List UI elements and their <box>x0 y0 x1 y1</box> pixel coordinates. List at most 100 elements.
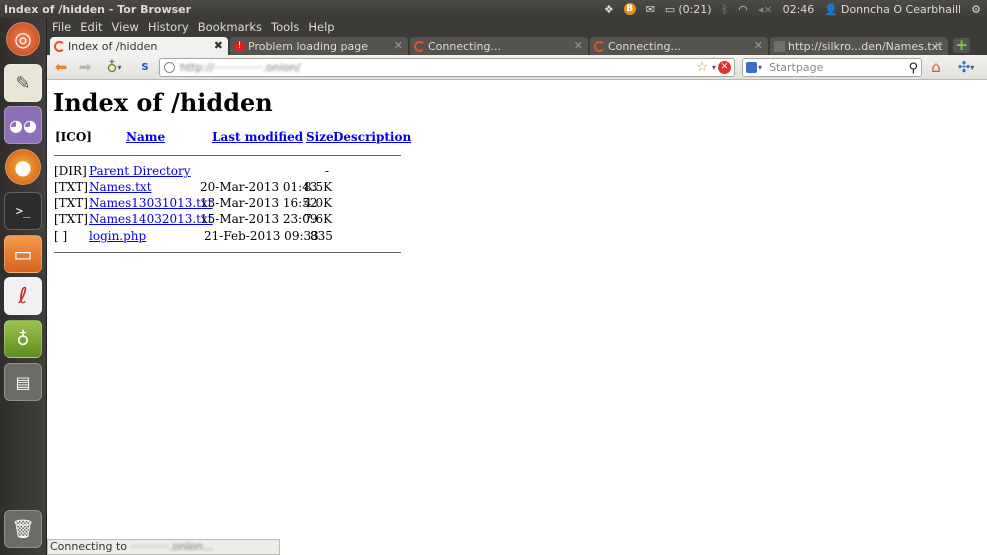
globe-icon <box>164 62 175 73</box>
row-type: [TXT] <box>54 180 88 194</box>
url-bar[interactable]: http://··············.onion/ ☆ ▾ ✕ <box>159 58 735 77</box>
stop-icon[interactable]: ✕ <box>718 61 731 74</box>
desktop: Index of /hidden - Tor Browser ❖ B ✉ ▭ (… <box>0 0 987 555</box>
close-tab-icon[interactable]: ✖ <box>214 39 223 52</box>
tab-label: Problem loading page <box>248 39 368 53</box>
navigation-toolbar: ⬅ ➡ ♁ ▾ S http://··············.onion/ ☆ … <box>47 55 987 80</box>
bookmark-star-icon[interactable]: ☆ <box>696 59 708 76</box>
menu-tools[interactable]: Tools <box>271 20 299 34</box>
menu-history[interactable]: History <box>148 20 189 34</box>
bluetooth-icon[interactable]: ᛒ <box>722 3 729 16</box>
col-header-name[interactable]: Name <box>126 130 165 144</box>
bitcoin-icon[interactable]: B <box>623 3 636 15</box>
file-link[interactable]: Names13031013.txt <box>89 196 213 210</box>
trash-icon[interactable]: 🗑 <box>4 510 42 548</box>
sort-name-link[interactable]: Name <box>126 130 165 144</box>
battery-indicator[interactable]: ▭ (0:21) <box>665 3 712 16</box>
workspace-switcher-icon[interactable]: ▤ <box>4 363 42 401</box>
top-divider <box>54 155 401 156</box>
tab-label: Connecting... <box>428 39 501 53</box>
menu-edit[interactable]: Edit <box>80 20 102 34</box>
new-tab-button[interactable]: + <box>953 38 970 53</box>
col-header-icon: [ICO] <box>55 130 92 144</box>
url-text: http://··············.onion/ <box>180 61 301 74</box>
menu-file[interactable]: File <box>52 20 71 34</box>
page-title: Index of /hidden <box>53 88 273 117</box>
row-size: - <box>325 164 330 178</box>
terminal-icon[interactable]: >_ <box>4 192 42 230</box>
tab-index-of-hidden[interactable]: Index of /hidden ✖ <box>50 37 228 55</box>
tor-button[interactable]: ♁ ▾ <box>100 58 128 76</box>
sort-size-link[interactable]: Size <box>306 130 334 144</box>
close-tab-icon[interactable]: ✕ <box>934 39 943 52</box>
mail-icon[interactable]: ✉ <box>646 3 655 16</box>
noscript-button[interactable]: S <box>137 58 153 76</box>
back-button[interactable]: ⬅ <box>51 58 71 76</box>
addon-button[interactable]: ✣ ▾ <box>951 58 981 76</box>
sort-modified-link[interactable]: Last modified <box>212 130 303 144</box>
dash-home-icon[interactable]: ◎ <box>6 22 40 56</box>
col-header-description[interactable]: Description <box>333 130 411 144</box>
row-type: [TXT] <box>54 196 88 210</box>
acrobat-icon[interactable]: ℓ <box>4 277 42 315</box>
row-size: 835 <box>310 229 333 243</box>
volume-muted-icon[interactable]: ◂× <box>758 3 773 16</box>
tab-connecting-2[interactable]: Connecting... ✕ <box>590 37 768 55</box>
search-bar[interactable]: ▾ Startpage ⚲ <box>742 58 922 77</box>
status-bar: Connecting to ···········.onion... <box>47 539 280 555</box>
forward-button[interactable]: ➡ <box>75 58 95 76</box>
system-gear-icon[interactable]: ⚙ <box>971 3 981 16</box>
file-link[interactable]: Names.txt <box>89 180 152 194</box>
tab-problem-loading[interactable]: ! Problem loading page ✕ <box>230 37 408 55</box>
close-tab-icon[interactable]: ✕ <box>754 39 763 52</box>
plus-icon: + <box>955 36 968 54</box>
tab-label: http://silkro...den/Names.txt <box>788 39 943 53</box>
row-modified: 21-Feb-2013 09:33 <box>204 229 319 243</box>
tab-connecting-1[interactable]: Connecting... ✕ <box>410 37 588 55</box>
text-editor-icon[interactable]: ✎ <box>4 64 42 102</box>
menu-help[interactable]: Help <box>308 20 334 34</box>
tab-label: Index of /hidden <box>68 39 158 53</box>
row-modified: 15-Mar-2013 23:09 <box>200 212 318 226</box>
error-icon: ! <box>234 40 245 52</box>
status-prefix: Connecting to <box>50 540 128 553</box>
row-size: 7.6K <box>304 212 333 226</box>
home-button[interactable]: ⌂ <box>927 58 945 76</box>
row-modified: 13-Mar-2013 16:52 <box>200 196 318 210</box>
col-header-modified[interactable]: Last modified <box>212 130 303 144</box>
tab-bar: Index of /hidden ✖ ! Problem loading pag… <box>47 36 987 55</box>
file-link[interactable]: Parent Directory <box>89 164 190 178</box>
firefox-icon[interactable]: ● <box>5 149 41 185</box>
loading-spinner-icon <box>54 40 65 52</box>
pidgin-icon[interactable]: ◕◕ <box>4 106 42 144</box>
dropbox-icon[interactable]: ❖ <box>604 3 614 16</box>
search-input[interactable]: Startpage <box>769 61 823 74</box>
search-icon[interactable]: ⚲ <box>908 60 918 77</box>
close-tab-icon[interactable]: ✕ <box>394 39 403 52</box>
file-link[interactable]: login.php <box>89 229 146 243</box>
col-header-size[interactable]: Size <box>306 130 334 144</box>
battery-icon: ▭ <box>664 2 676 16</box>
user-menu[interactable]: 👤 Donncha O Cearbhaill <box>824 3 961 16</box>
chevron-down-icon: ▾ <box>970 62 975 72</box>
clock[interactable]: 02:46 <box>783 3 815 16</box>
back-arrow-icon: ⬅ <box>54 58 68 76</box>
files-icon[interactable]: ▭ <box>4 235 42 273</box>
search-engine-icon <box>746 62 757 73</box>
bottom-divider <box>54 252 401 253</box>
tab-label: Connecting... <box>608 39 681 53</box>
menu-view[interactable]: View <box>112 20 139 34</box>
top-panel: Index of /hidden - Tor Browser ❖ B ✉ ▭ (… <box>0 0 987 18</box>
menu-bookmarks[interactable]: Bookmarks <box>198 20 262 34</box>
home-icon: ⌂ <box>931 58 941 76</box>
user-icon: 👤 <box>824 2 838 16</box>
file-link[interactable]: Names14032013.txt <box>89 212 213 226</box>
tab-names-txt[interactable]: http://silkro...den/Names.txt ✕ <box>770 37 948 55</box>
history-dropdown-icon[interactable]: ▾ <box>712 59 716 76</box>
menu-bar: File Edit View History Bookmarks Tools H… <box>47 18 987 36</box>
tor-browser-icon[interactable]: ♁ <box>4 320 42 358</box>
sort-description-link[interactable]: Description <box>333 130 411 144</box>
wifi-icon[interactable]: ◠ <box>738 3 748 16</box>
close-tab-icon[interactable]: ✕ <box>574 39 583 52</box>
tor-onion-icon: ♁ <box>106 58 118 76</box>
